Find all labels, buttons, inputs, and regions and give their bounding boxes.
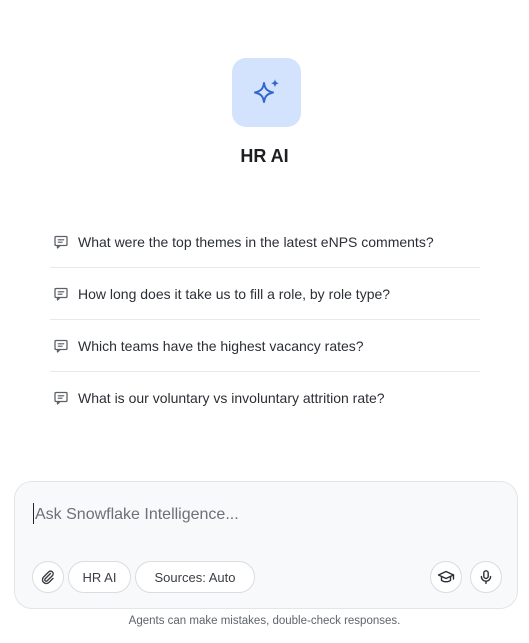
agent-name: HR AI <box>240 146 289 166</box>
microphone-icon <box>480 570 492 585</box>
message-composer: HR AI Sources: Auto <box>14 481 518 609</box>
sources-selector-chip[interactable]: Sources: Auto <box>135 561 255 593</box>
message-icon <box>54 287 68 301</box>
graduation-cap-icon <box>437 570 455 583</box>
agent-selector-chip[interactable]: HR AI <box>68 561 131 593</box>
suggested-question[interactable]: What is our voluntary vs involuntary att… <box>50 372 480 424</box>
message-input[interactable] <box>35 502 495 528</box>
suggested-question[interactable]: What were the top themes in the latest e… <box>50 216 480 268</box>
sparkle-icon <box>253 78 279 103</box>
text-caret <box>33 503 34 524</box>
message-icon <box>54 391 68 405</box>
chat-landing: HR AI What were the top themes in the la… <box>0 0 529 643</box>
attach-button[interactable] <box>32 561 64 593</box>
agent-selector-label: HR AI <box>82 569 117 585</box>
voice-input-button[interactable] <box>470 561 502 593</box>
agent-avatar-tile <box>232 58 301 127</box>
suggested-question-text: What were the top themes in the latest e… <box>78 233 434 250</box>
suggested-question-text: How long does it take us to fill a role,… <box>78 285 391 302</box>
disclaimer-text: Agents can make mistakes, double-check r… <box>128 615 401 627</box>
suggested-question-text: Which teams have the highest vacancy rat… <box>78 337 364 354</box>
suggested-questions-list: What were the top themes in the latest e… <box>50 216 480 424</box>
suggested-question[interactable]: How long does it take us to fill a role,… <box>50 268 480 320</box>
suggested-question-text: What is our voluntary vs involuntary att… <box>78 390 385 406</box>
research-mode-button[interactable] <box>430 561 462 593</box>
message-icon <box>54 235 68 249</box>
message-icon <box>54 339 68 353</box>
paperclip-icon <box>41 570 54 585</box>
sources-selector-label: Sources: Auto <box>154 569 236 585</box>
suggested-question[interactable]: Which teams have the highest vacancy rat… <box>50 320 480 372</box>
